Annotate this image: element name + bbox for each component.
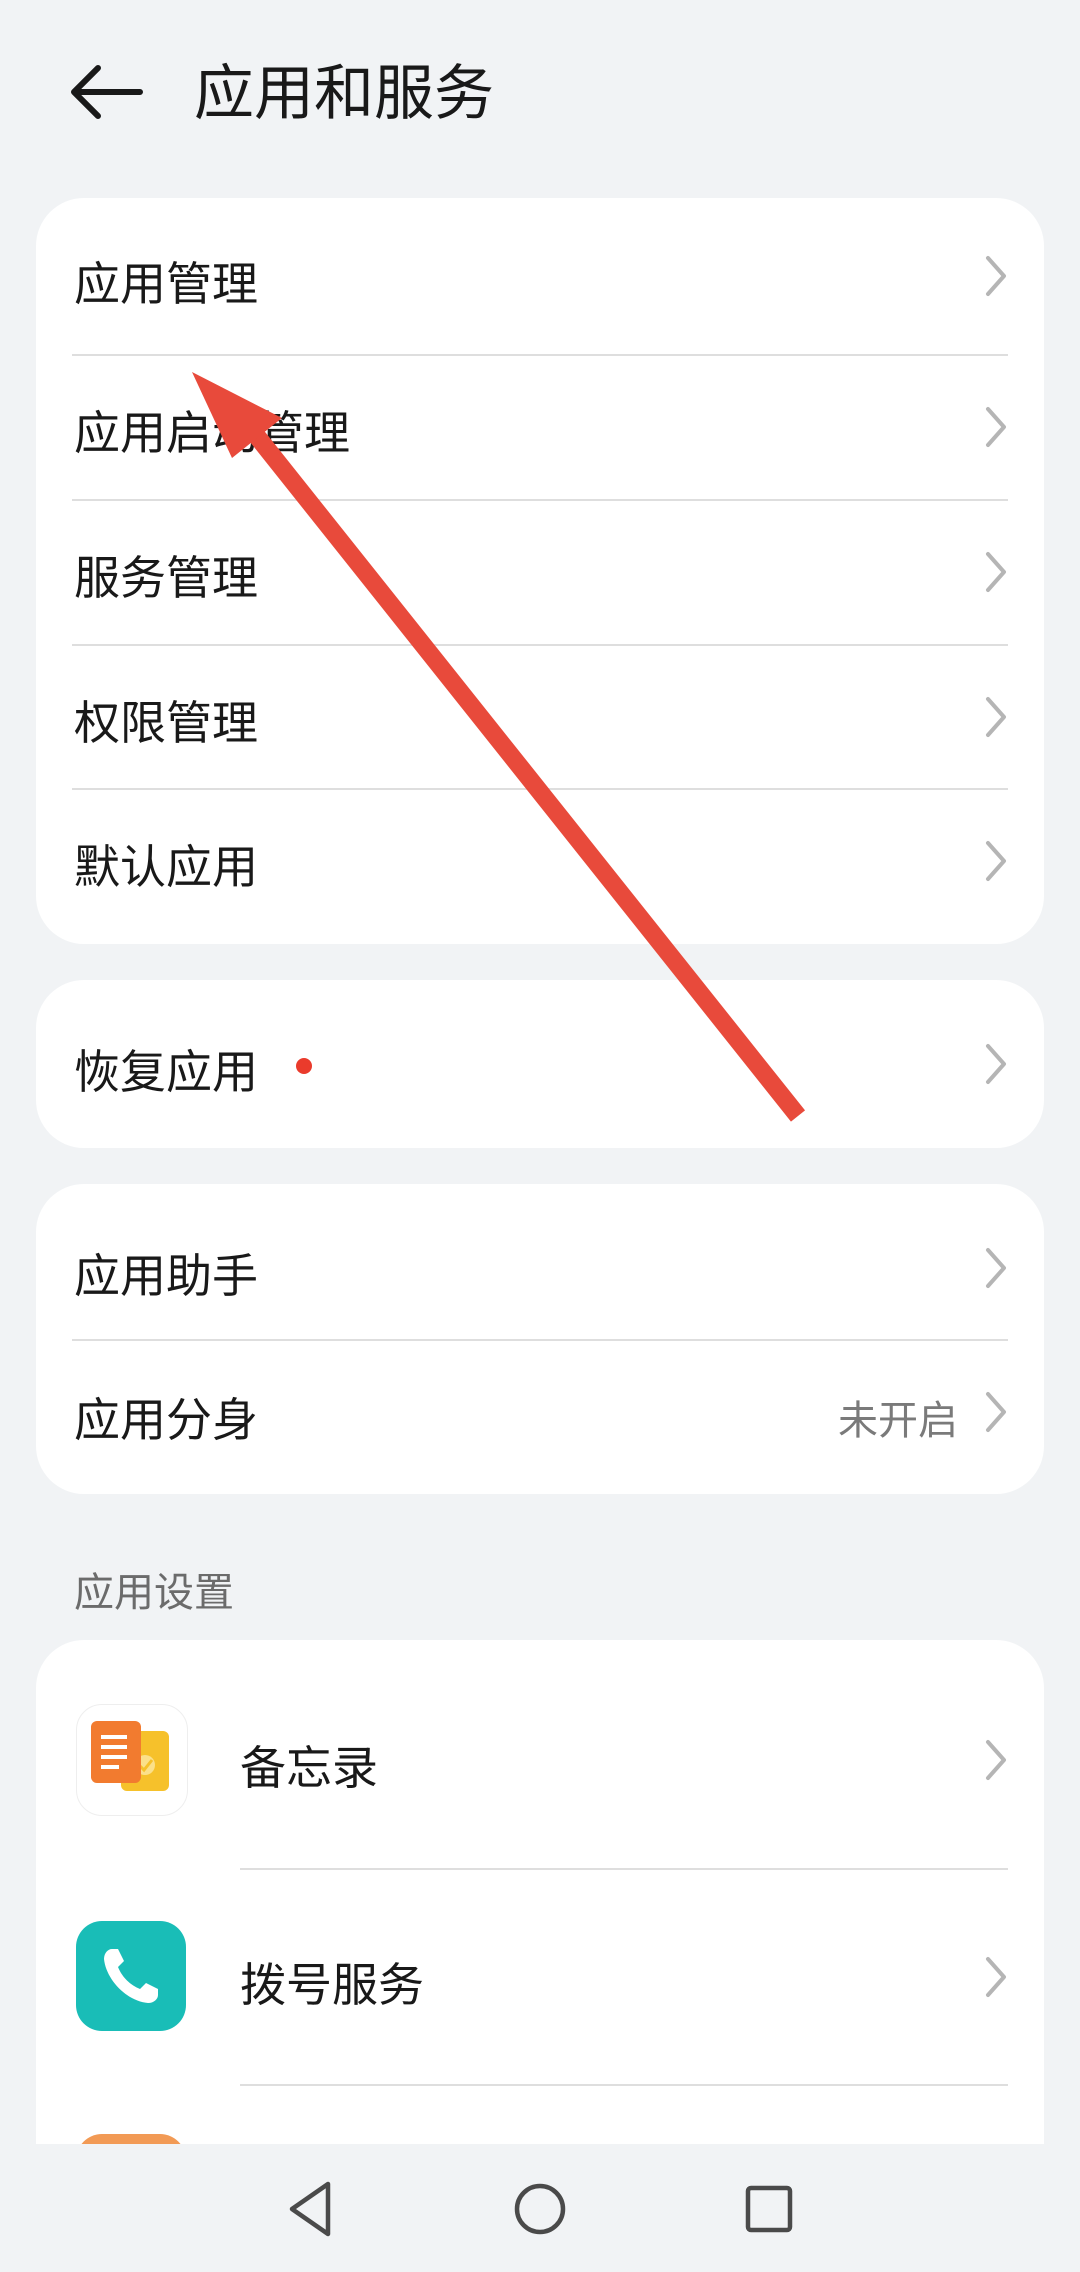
app-item-label: 拨号服务: [240, 1958, 424, 2012]
settings-item-default-apps[interactable]: 默认应用: [36, 789, 1044, 944]
chevron-right-icon: [986, 256, 1006, 296]
settings-item-label: 应用分身: [74, 1393, 258, 1447]
settings-item-app-assistant[interactable]: 应用助手: [36, 1184, 1044, 1340]
chevron-right-icon: [986, 407, 1006, 447]
app-item-notes[interactable]: 备忘录: [36, 1640, 1044, 1868]
chevron-right-icon: [986, 697, 1006, 737]
back-icon[interactable]: [276, 2174, 346, 2244]
phone-icon: [76, 1921, 186, 2031]
settings-item-service-management[interactable]: 服务管理: [36, 500, 1044, 644]
section-header-app-settings: 应用设置: [74, 1570, 234, 1616]
settings-item-label: 应用管理: [74, 257, 258, 311]
page-title: 应用和服务: [194, 59, 494, 129]
top-app-bar: 应用和服务: [0, 0, 1080, 190]
app-item-dialer[interactable]: 拨号服务: [36, 1869, 1044, 2085]
system-navigation-bar: [0, 2144, 1080, 2272]
settings-group-assistant: 应用助手 应用分身 未开启: [36, 1184, 1044, 1494]
chevron-right-icon: [986, 552, 1006, 592]
settings-item-label: 应用助手: [74, 1249, 258, 1303]
settings-item-app-launch-management[interactable]: 应用启动管理: [36, 355, 1044, 499]
settings-item-label: 应用启动管理: [74, 406, 350, 460]
settings-item-restore-apps[interactable]: 恢复应用: [36, 980, 1044, 1148]
chevron-right-icon: [986, 1957, 1006, 1997]
settings-item-app-twin[interactable]: 应用分身 未开启: [36, 1340, 1044, 1494]
settings-item-label: 服务管理: [74, 551, 258, 605]
chevron-right-icon: [986, 1044, 1006, 1084]
settings-item-label: 默认应用: [74, 840, 258, 894]
settings-group-app-list: 备忘录 拨号服务: [36, 1640, 1044, 2200]
new-badge-dot: [296, 1058, 312, 1074]
home-icon[interactable]: [505, 2174, 575, 2244]
chevron-right-icon: [986, 1392, 1006, 1432]
settings-group-restore: 恢复应用: [36, 980, 1044, 1148]
notes-icon: [76, 1704, 188, 1816]
settings-item-label: 权限管理: [74, 696, 258, 750]
settings-group-management: 应用管理 应用启动管理 服务管理 权限管理 默认应用: [36, 198, 1044, 944]
settings-item-app-management[interactable]: 应用管理: [36, 198, 1044, 354]
settings-item-label: 恢复应用: [74, 1045, 258, 1099]
divider: [240, 2084, 1008, 2086]
settings-item-permission-management[interactable]: 权限管理: [36, 645, 1044, 789]
back-button[interactable]: [64, 52, 148, 136]
chevron-right-icon: [986, 1740, 1006, 1780]
chevron-right-icon: [986, 1248, 1006, 1288]
recents-icon[interactable]: [734, 2174, 804, 2244]
app-item-label: 备忘录: [240, 1741, 378, 1795]
back-arrow-icon: [71, 65, 143, 119]
chevron-right-icon: [986, 841, 1006, 881]
status-value: 未开启: [838, 1398, 958, 1444]
